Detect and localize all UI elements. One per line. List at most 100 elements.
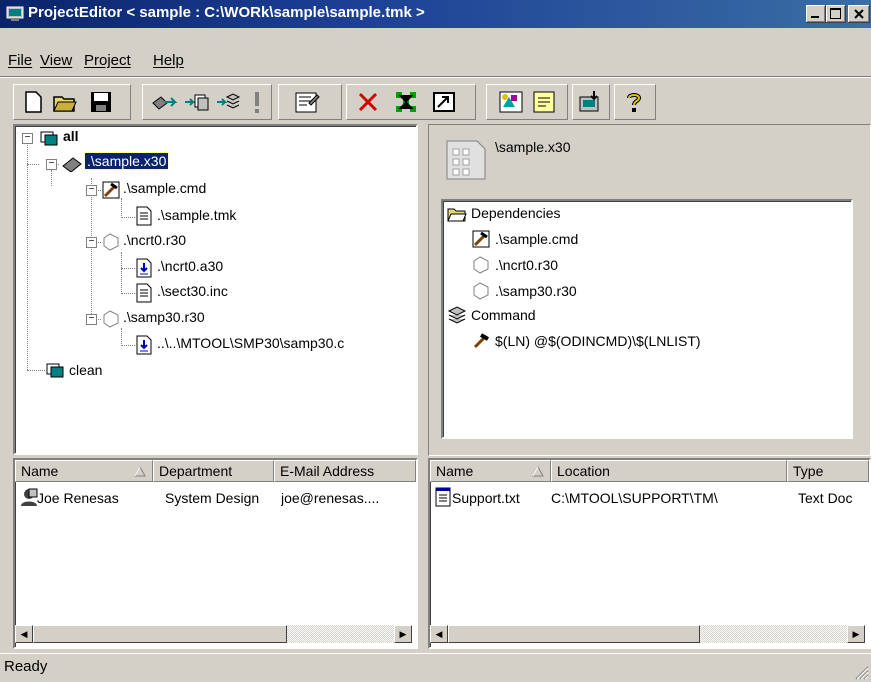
target-icon xyxy=(46,363,64,378)
collapse-ncrt0-icon[interactable]: − xyxy=(86,237,97,248)
close-icon xyxy=(854,9,864,19)
file-location-cell[interactable]: C:\MTOOL\SUPPORT\TM\ xyxy=(551,490,718,506)
tree-node-sample-tmk[interactable]: .\sample.tmk xyxy=(157,207,236,223)
delete-icon xyxy=(358,92,378,112)
note-button[interactable] xyxy=(531,89,557,115)
open-button[interactable] xyxy=(52,89,78,115)
menu-view[interactable]: View xyxy=(40,52,72,69)
scroll-right-button[interactable]: ▶ xyxy=(847,625,865,643)
toolbar-group-props xyxy=(278,84,342,120)
tree-node-samp30-r30[interactable]: .\samp30.r30 xyxy=(123,309,205,325)
column-header-email[interactable]: E-Mail Address xyxy=(274,460,416,482)
toolbar-group-tools xyxy=(486,84,568,120)
dep-sample-cmd[interactable]: .\sample.cmd xyxy=(495,231,578,247)
tree-node-sample-x30[interactable]: .\sample.x30 xyxy=(83,152,170,170)
build-button[interactable] xyxy=(151,89,178,115)
minimize-button[interactable] xyxy=(806,5,826,23)
build-icon xyxy=(152,96,178,110)
hammer-icon xyxy=(473,333,489,349)
tree-node-all[interactable]: all xyxy=(63,128,79,144)
menu-help[interactable]: Help xyxy=(153,52,184,69)
scroll-left-button[interactable]: ◀ xyxy=(15,625,33,643)
users-list[interactable]: Name Department E-Mail Address Joe Renes… xyxy=(13,458,418,649)
resize-grip-icon[interactable] xyxy=(853,664,869,680)
source-file-icon xyxy=(136,335,152,355)
column-header-type[interactable]: Type xyxy=(787,460,869,482)
window-title: ProjectEditor < sample : C:\WORk\sample\… xyxy=(28,4,425,21)
toolbar-group-download xyxy=(572,84,610,120)
collapse-samp30-icon[interactable]: − xyxy=(86,314,97,325)
collapse-sample-cmd-icon[interactable]: − xyxy=(86,185,97,196)
help-icon xyxy=(627,93,642,112)
object-file-icon xyxy=(473,282,489,300)
rebuild-icon xyxy=(217,93,241,109)
column-header-department[interactable]: Department xyxy=(153,460,274,482)
toolbar-group-help xyxy=(614,84,656,120)
tool-button[interactable] xyxy=(497,89,523,115)
build-all-button[interactable] xyxy=(183,89,209,115)
new-button[interactable] xyxy=(20,89,46,115)
app-icon xyxy=(6,6,24,21)
save-icon xyxy=(91,92,111,112)
menu-bar xyxy=(0,28,871,54)
tree-node-clean[interactable]: clean xyxy=(69,362,102,378)
users-horizontal-scrollbar[interactable]: ◀ ▶ xyxy=(15,625,412,643)
view-button[interactable] xyxy=(431,89,457,115)
column-header-location[interactable]: Location xyxy=(551,460,787,482)
detail-list[interactable]: Dependencies .\sample.cmd .\ncrt0.r30 .\… xyxy=(441,199,853,439)
column-header-file-name-label: Name xyxy=(436,463,474,479)
column-header-name-label: Name xyxy=(21,463,59,479)
tree-icon xyxy=(396,92,416,112)
dep-samp30[interactable]: .\samp30.r30 xyxy=(495,283,577,299)
new-icon xyxy=(25,91,42,113)
user-avatar-icon xyxy=(21,488,38,506)
scroll-thumb[interactable] xyxy=(448,625,700,643)
dep-ncrt0[interactable]: .\ncrt0.r30 xyxy=(495,257,558,273)
command-stack-icon xyxy=(447,306,467,324)
collapse-all-icon[interactable]: − xyxy=(22,133,33,144)
download-button[interactable] xyxy=(577,89,603,115)
toolbar-group-build xyxy=(142,84,272,120)
rebuild-button[interactable] xyxy=(215,89,241,115)
tree-node-ncrt0-a30[interactable]: .\ncrt0.a30 xyxy=(157,258,223,274)
menu-project[interactable]: Project xyxy=(84,52,131,69)
properties-button[interactable] xyxy=(293,89,320,115)
command-text[interactable]: $(LN) @$(ODINCMD)\$(LNLIST) xyxy=(495,333,701,349)
scroll-thumb[interactable] xyxy=(33,625,287,643)
delete-button[interactable] xyxy=(355,89,381,115)
save-button[interactable] xyxy=(88,89,114,115)
column-header-name[interactable]: Name xyxy=(15,460,153,482)
menu-view-label: View xyxy=(40,52,73,69)
help-button[interactable] xyxy=(621,89,647,115)
user-email-cell[interactable]: joe@renesas.... xyxy=(281,490,411,506)
chip-large-icon xyxy=(446,140,486,180)
scroll-left-button[interactable]: ◀ xyxy=(430,625,448,643)
menu-file-label: File xyxy=(8,52,33,69)
menu-file[interactable]: File xyxy=(8,52,32,69)
tree-pane[interactable]: − − − − − all .\sample.x30 .\sample.cmd … xyxy=(13,124,418,455)
tree-node-ncrt0-r30[interactable]: .\ncrt0.r30 xyxy=(123,232,186,248)
include-file-icon xyxy=(136,283,152,303)
file-name-cell[interactable]: Support.txt xyxy=(452,490,520,506)
download-icon xyxy=(579,91,599,112)
tree-node-samp30-c[interactable]: ..\..\MTOOL\SMP30\samp30.c xyxy=(157,335,344,351)
text-file-icon xyxy=(435,487,451,507)
files-list[interactable]: Name Location Type Support.txt C:\MTOOL\… xyxy=(428,458,871,649)
toolbar-group-file xyxy=(13,84,131,120)
tree-button[interactable] xyxy=(393,89,419,115)
close-button[interactable] xyxy=(848,5,870,23)
stop-button[interactable] xyxy=(247,89,273,115)
tree-node-sample-cmd[interactable]: .\sample.cmd xyxy=(123,180,206,196)
collapse-sample-x30-icon[interactable]: − xyxy=(46,159,57,170)
folder-open-icon xyxy=(447,208,467,222)
detail-title: \sample.x30 xyxy=(495,139,571,155)
maximize-button[interactable] xyxy=(826,5,846,23)
scroll-right-button[interactable]: ▶ xyxy=(394,625,412,643)
status-bar xyxy=(0,653,871,682)
user-department-cell[interactable]: System Design xyxy=(165,490,259,506)
user-name-cell[interactable]: Joe Renesas xyxy=(37,490,119,506)
tree-node-sect30-inc[interactable]: .\sect30.inc xyxy=(157,283,228,299)
column-header-file-name[interactable]: Name xyxy=(430,460,551,482)
files-horizontal-scrollbar[interactable]: ◀ ▶ xyxy=(430,625,865,643)
file-type-cell[interactable]: Text Doc xyxy=(798,490,868,506)
